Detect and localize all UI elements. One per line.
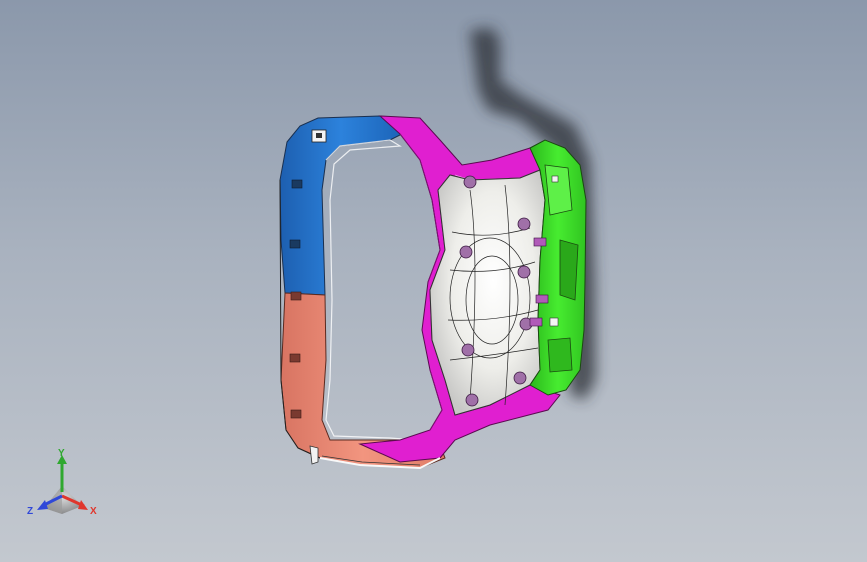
cad-model-view[interactable] — [0, 0, 867, 562]
triad-y-label: Y — [58, 448, 65, 459]
coordinate-triad: Y X Z — [27, 448, 97, 517]
frame-left-loop[interactable] — [279, 115, 446, 469]
3d-viewport[interactable]: Y X Z — [0, 0, 867, 562]
triad-y-axis — [57, 455, 67, 492]
triad-z-label: Z — [27, 506, 33, 517]
triad-x-label: X — [90, 506, 97, 517]
inner-dish-face[interactable] — [429, 169, 546, 416]
